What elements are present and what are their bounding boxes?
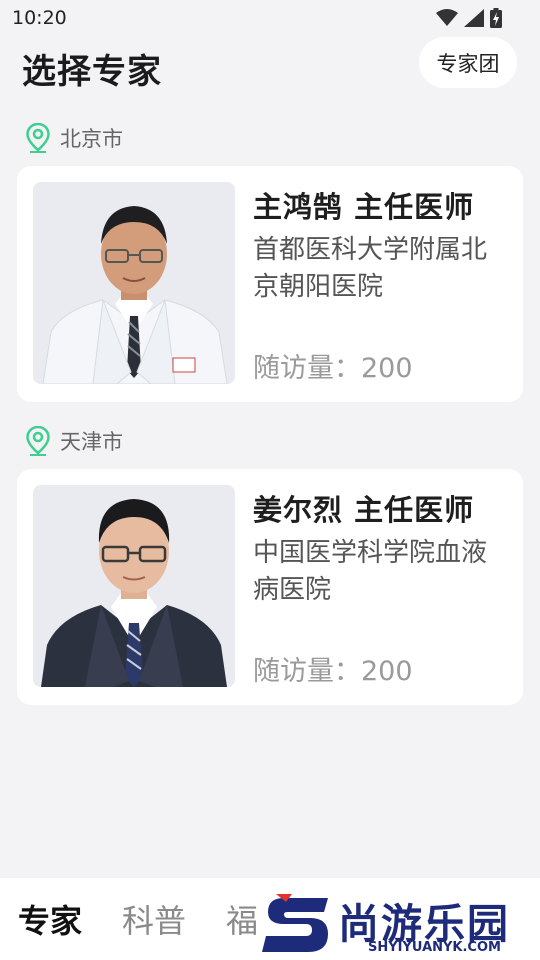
battery-icon bbox=[490, 8, 502, 28]
doctor-photo bbox=[33, 182, 235, 384]
cell-signal-icon bbox=[464, 9, 484, 27]
status-icons bbox=[436, 8, 502, 28]
expert-team-button[interactable]: 专家团 bbox=[419, 37, 517, 88]
doctor-name-title: 主鸿鹄 主任医师 bbox=[253, 190, 475, 224]
region-label: 天津市 bbox=[60, 430, 123, 454]
header: 选择专家 专家团 bbox=[0, 36, 540, 100]
doctor-name-title: 姜尔烈 主任医师 bbox=[253, 493, 475, 527]
tab-welfare[interactable]: 福 bbox=[226, 896, 258, 942]
doctor-hospital: 中国医学科学院血液病医院 bbox=[253, 538, 488, 605]
region-header-tianjin: 天津市 bbox=[26, 425, 123, 457]
visit-count: 随访量：200 bbox=[253, 353, 413, 384]
doctor-card[interactable]: 姜尔烈 主任医师 中国医学科学院血液病医院 随访量：200 bbox=[17, 469, 523, 705]
doctor-card[interactable]: 主鸿鹄 主任医师 首都医科大学附属北京朝阳医院 随访量：200 bbox=[17, 166, 523, 402]
region-header-beijing: 北京市 bbox=[26, 122, 123, 154]
location-pin-icon bbox=[26, 426, 50, 456]
tab-science[interactable]: 科普 bbox=[122, 896, 186, 942]
wifi-icon bbox=[436, 9, 458, 26]
tab-experts[interactable]: 专家 bbox=[18, 896, 82, 942]
watermark-url: SHYIYUANYK.COM bbox=[368, 940, 501, 955]
status-bar: 10:20 bbox=[0, 0, 540, 36]
doctor-hospital: 首都医科大学附属北京朝阳医院 bbox=[253, 235, 488, 302]
site-watermark: 尚游乐园 SHYIYUANYK.COM bbox=[258, 888, 540, 960]
doctor-photo bbox=[33, 485, 235, 687]
watermark-logo-icon bbox=[262, 894, 328, 952]
location-pin-icon bbox=[26, 123, 50, 153]
region-label: 北京市 bbox=[60, 127, 123, 151]
status-time: 10:20 bbox=[12, 7, 67, 29]
page-title: 选择专家 bbox=[22, 52, 162, 92]
visit-count: 随访量：200 bbox=[253, 656, 413, 687]
